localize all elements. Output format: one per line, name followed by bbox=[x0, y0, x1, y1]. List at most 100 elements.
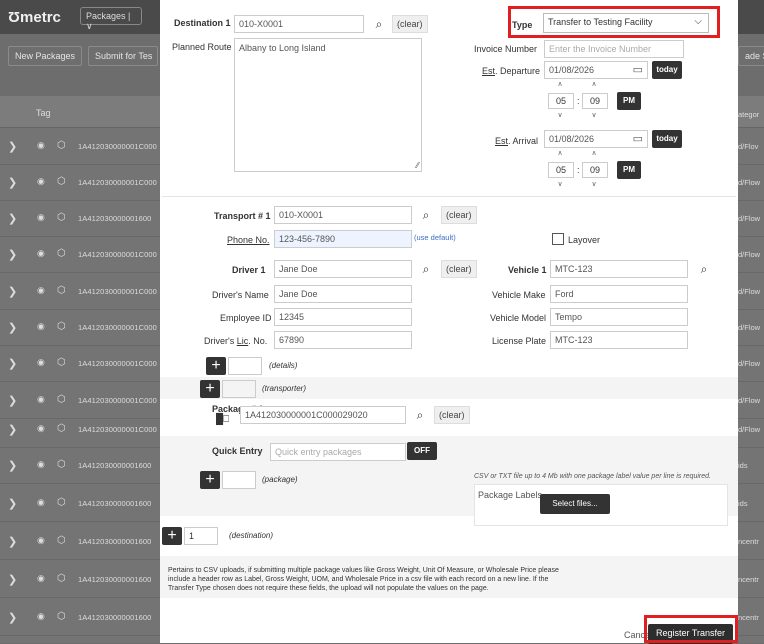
resize-grip-icon[interactable]: ⁄⁄ bbox=[416, 161, 419, 170]
est-departure-label: Est. Departure bbox=[482, 66, 541, 76]
add-package-button[interactable]: + bbox=[200, 471, 220, 489]
departure-minute-down-icon[interactable]: ∨ bbox=[583, 111, 605, 121]
arrival-hour-input[interactable]: 05 bbox=[548, 162, 574, 178]
chevron-right-icon[interactable]: ❯ bbox=[8, 212, 17, 225]
new-packages-button[interactable]: New Packages bbox=[8, 46, 83, 66]
invoice-input[interactable]: Enter the Invoice Number bbox=[544, 40, 684, 58]
vehicle-make-input[interactable]: Ford bbox=[550, 285, 688, 303]
eye-icon[interactable]: ◉ bbox=[37, 140, 45, 151]
chevron-right-icon[interactable]: ❯ bbox=[8, 611, 17, 624]
arrival-minute-input[interactable]: 09 bbox=[582, 162, 608, 178]
eye-icon[interactable]: ◉ bbox=[37, 611, 45, 622]
transport-input[interactable]: 010-X0001 bbox=[274, 206, 412, 224]
category-column-header: ategor bbox=[738, 110, 760, 119]
eye-icon[interactable]: ◉ bbox=[37, 212, 45, 223]
eye-icon[interactable]: ◉ bbox=[37, 497, 45, 508]
details-count-input[interactable] bbox=[228, 357, 262, 375]
vehicle-model-input[interactable]: Tempo bbox=[550, 308, 688, 326]
chevron-right-icon[interactable]: ❯ bbox=[8, 423, 17, 436]
package-input[interactable]: 1A412030000001C000029020 bbox=[240, 406, 406, 424]
driver-name-input[interactable]: Jane Doe bbox=[274, 285, 412, 303]
arrival-ampm-button[interactable]: PM bbox=[617, 161, 641, 179]
grade-button[interactable]: ade S bbox=[738, 46, 764, 66]
arrival-date-input[interactable]: 01/08/2026 ▭ bbox=[544, 130, 648, 148]
submit-for-testing-button[interactable]: Submit for Tes bbox=[88, 46, 158, 66]
add-details-button[interactable]: + bbox=[206, 357, 226, 375]
quick-entry-input[interactable]: Quick entry packages bbox=[270, 443, 406, 461]
departure-hour-down-icon[interactable]: ∨ bbox=[549, 111, 571, 121]
chevron-right-icon[interactable]: ❯ bbox=[8, 176, 17, 189]
chevron-right-icon[interactable]: ❯ bbox=[8, 573, 17, 586]
chevron-right-icon[interactable]: ❯ bbox=[8, 535, 17, 548]
add-transporter-button[interactable]: + bbox=[200, 380, 220, 398]
eye-icon[interactable]: ◉ bbox=[37, 285, 45, 296]
drivers-license-input[interactable]: 67890 bbox=[274, 331, 412, 349]
arrival-hour-up-icon[interactable]: ∧ bbox=[549, 149, 571, 159]
use-default-link[interactable]: (use default) bbox=[414, 233, 456, 242]
layover-checkbox[interactable] bbox=[552, 233, 564, 245]
package-tag: 1A412030000001C000 bbox=[78, 323, 157, 332]
destination-clear-button[interactable]: (clear) bbox=[392, 15, 428, 33]
eye-icon[interactable]: ◉ bbox=[37, 176, 45, 187]
eye-icon[interactable]: ◉ bbox=[37, 459, 45, 470]
package-search-icon[interactable]: ⌕ bbox=[410, 406, 430, 424]
package-box-icon: ⬡ bbox=[57, 423, 66, 434]
destination-search-icon[interactable]: ⌕ bbox=[369, 15, 389, 33]
eye-icon[interactable]: ◉ bbox=[37, 423, 45, 434]
destination-count-input[interactable]: 1 bbox=[184, 527, 218, 545]
departure-ampm-button[interactable]: PM bbox=[617, 92, 641, 110]
eye-icon[interactable]: ◉ bbox=[37, 535, 45, 546]
departure-minute-input[interactable]: 09 bbox=[582, 93, 608, 109]
calendar-icon[interactable]: ▭ bbox=[633, 63, 643, 76]
arrival-hour-down-icon[interactable]: ∨ bbox=[549, 180, 571, 190]
calendar-icon[interactable]: ▭ bbox=[633, 132, 643, 145]
departure-hour-up-icon[interactable]: ∧ bbox=[549, 80, 571, 90]
departure-hour-input[interactable]: 05 bbox=[548, 93, 574, 109]
arrival-minute-down-icon[interactable]: ∨ bbox=[583, 180, 605, 190]
phone-input[interactable]: 123-456-7890 bbox=[274, 230, 412, 248]
package-box-icon: ⬡ bbox=[57, 176, 66, 187]
chevron-right-icon[interactable]: ❯ bbox=[8, 140, 17, 153]
add-destination-button[interactable]: + bbox=[162, 527, 182, 545]
employee-id-input[interactable]: 12345 bbox=[274, 308, 412, 326]
package-tag: 1A412030000001C000 bbox=[78, 250, 157, 259]
quick-entry-label: Quick Entry bbox=[212, 446, 263, 456]
packages-menu[interactable]: Packages | ∨ bbox=[80, 7, 142, 31]
eye-icon[interactable]: ◉ bbox=[37, 248, 45, 259]
eye-icon[interactable]: ◉ bbox=[37, 394, 45, 405]
vehicle-input[interactable]: MTC-123 bbox=[550, 260, 688, 278]
select-files-button[interactable]: Select files... bbox=[540, 494, 610, 514]
chevron-right-icon[interactable]: ❯ bbox=[8, 357, 17, 370]
package-count-input[interactable] bbox=[222, 471, 256, 489]
chevron-right-icon[interactable]: ❯ bbox=[8, 459, 17, 472]
chevron-right-icon[interactable]: ❯ bbox=[8, 321, 17, 334]
departure-date-input[interactable]: 01/08/2026 ▭ bbox=[544, 61, 648, 79]
arrival-minute-up-icon[interactable]: ∧ bbox=[583, 149, 605, 159]
departure-minute-up-icon[interactable]: ∧ bbox=[583, 80, 605, 90]
vehicle-model-label: Vehicle Model bbox=[490, 313, 547, 323]
vehicle-search-icon[interactable]: ⌕ bbox=[694, 260, 714, 278]
departure-today-button[interactable]: today bbox=[652, 61, 682, 79]
transport-clear-button[interactable]: (clear) bbox=[441, 206, 477, 224]
eye-icon[interactable]: ◉ bbox=[37, 573, 45, 584]
category-cell: ncentr bbox=[738, 537, 759, 546]
quick-entry-toggle[interactable]: OFF bbox=[407, 442, 437, 460]
destination-input[interactable]: 010-X0001 bbox=[234, 15, 364, 33]
arrival-today-button[interactable]: today bbox=[652, 130, 682, 148]
eye-icon[interactable]: ◉ bbox=[37, 357, 45, 368]
category-cell: d/Flow bbox=[738, 287, 761, 296]
chevron-right-icon[interactable]: ❯ bbox=[8, 285, 17, 298]
chevron-right-icon[interactable]: ❯ bbox=[8, 497, 17, 510]
license-plate-input[interactable]: MTC-123 bbox=[550, 331, 688, 349]
transporter-count-input[interactable] bbox=[222, 380, 256, 398]
chevron-right-icon[interactable]: ❯ bbox=[8, 248, 17, 261]
register-highlight bbox=[644, 615, 738, 643]
transport-search-icon[interactable]: ⌕ bbox=[416, 206, 436, 224]
driver-search-icon[interactable]: ⌕ bbox=[416, 260, 436, 278]
eye-icon[interactable]: ◉ bbox=[37, 321, 45, 332]
planned-route-textarea[interactable]: Albany to Long Island ⁄⁄ bbox=[234, 38, 422, 172]
driver-clear-button[interactable]: (clear) bbox=[441, 260, 477, 278]
package-clear-button[interactable]: (clear) bbox=[434, 406, 470, 424]
driver-input[interactable]: Jane Doe bbox=[274, 260, 412, 278]
chevron-right-icon[interactable]: ❯ bbox=[8, 394, 17, 407]
